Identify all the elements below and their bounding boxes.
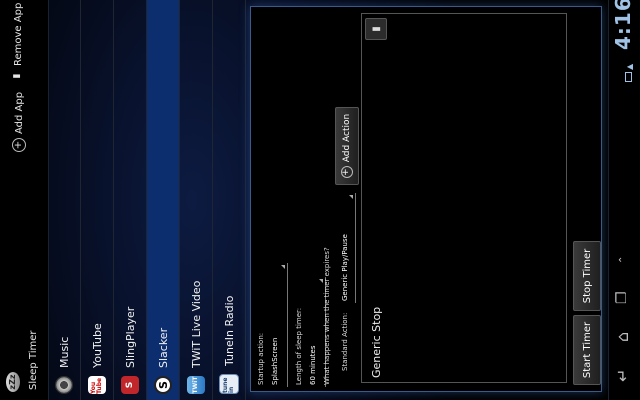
clock: 4:16 [611,0,635,50]
remove-app-label: Remove App [12,2,24,66]
app-row-slacker[interactable]: S Slacker [147,0,180,400]
spinner-underline [355,193,356,303]
twit-icon: TWiT [187,376,205,394]
app-row-youtube[interactable]: You Tube YouTube [81,0,114,400]
timer-expire-question: What happens when the timer expires? [323,247,331,385]
app-row-label: YouTube [90,323,104,368]
spinner-underline [287,263,288,387]
chevron-up-icon[interactable]: ⌃ [618,256,629,264]
add-app-button[interactable]: + Add App [12,92,26,152]
plus-circle-icon: + [341,166,353,179]
selected-action-item[interactable]: Generic Stop [370,307,383,378]
dropdown-caret-icon [281,265,285,269]
delete-action-button[interactable]: ▮ [365,18,387,40]
standard-action-label: Standard Action: [341,312,349,371]
app-row-label: Music [57,336,71,368]
slacker-icon: S [154,376,172,394]
app-row-label: TuneIn Radio [222,295,236,366]
youtube-icon: You Tube [88,376,106,394]
startup-action-label: Startup action: [257,332,265,385]
startup-action-spinner[interactable]: SplashScreen [271,338,279,385]
sleep-length-label: Length of sleep timer: [295,307,303,385]
app-row-twit[interactable]: TWiT TWiT Live Video [180,0,213,400]
home-icon[interactable]: ⌂ [613,332,632,342]
battery-icon [625,72,632,82]
app-list: Music You Tube YouTube S SlingPlayer S S… [48,0,248,400]
app-row-tunein[interactable]: tune in TuneIn Radio [213,0,246,400]
music-icon [55,376,73,394]
actions-list-box: Generic Stop ▮ [361,13,567,383]
recent-apps-icon[interactable]: ❐ [614,291,630,304]
tunein-icon: tune in [219,374,239,394]
add-app-label: Add App [13,91,25,134]
sleep-length-spinner[interactable]: 60 minutes [309,346,317,385]
dropdown-caret-icon [349,195,353,199]
stop-timer-button[interactable]: Stop Timer [573,241,601,311]
add-action-button[interactable]: + Add Action [335,107,359,185]
sleep-timer-logo-icon: zZz [6,372,20,392]
wifi-icon: ▲ [625,63,634,70]
add-action-label: Add Action [342,113,352,163]
slingplayer-icon: S [121,376,139,394]
trash-icon: ▮ [12,73,22,79]
start-timer-button[interactable]: Start Timer [573,315,601,385]
action-bar: zZz Sleep Timer + Add App ▮ Remove App [0,0,49,400]
app-row-music[interactable]: Music [48,0,81,400]
trash-icon: ▮ [370,26,382,32]
app-row-label: Slacker [156,327,170,368]
timer-settings-panel: Startup action: SplashScreen Length of s… [250,6,602,392]
plus-circle-icon: + [12,138,26,152]
standard-action-spinner[interactable]: Generic Play/Pause [341,234,349,301]
tablet-screen: zZz Sleep Timer + Add App ▮ Remove App M… [0,0,640,400]
remove-app-button[interactable]: ▮ Remove App [12,3,24,82]
app-row-label: SlingPlayer [123,306,137,368]
app-row-label: TWiT Live Video [189,280,203,368]
app-title: Sleep Timer [28,330,39,390]
app-row-slingplayer[interactable]: S SlingPlayer [114,0,147,400]
back-icon[interactable]: ↵ [613,369,632,382]
system-bar: ↵ ⌂ ❐ ⌃ ▲ 4:16 [608,0,640,400]
